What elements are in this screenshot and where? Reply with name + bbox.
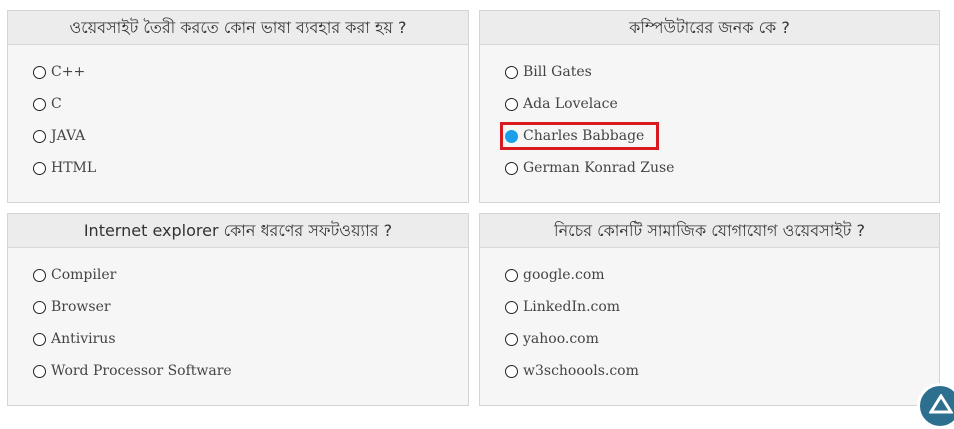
options-list: google.com LinkedIn.com yahoo.com w3scho…: [505, 264, 639, 392]
option-label: LinkedIn.com: [523, 299, 621, 315]
question-card-1: ওয়েবসাইট তৈরী করতে কোন ভাষা ব্যবহার করা…: [7, 10, 469, 203]
radio-button[interactable]: [505, 97, 518, 111]
question-title: নিচের কোনটি সামাজিক যোগাযোগ ওয়েবসাইট ?: [480, 214, 939, 248]
option-label: Word Processor Software: [51, 363, 232, 379]
option-label: Charles Babbage: [523, 128, 645, 144]
option-html[interactable]: HTML: [33, 157, 96, 179]
option-label: Bill Gates: [523, 64, 592, 80]
radio-button[interactable]: [505, 161, 518, 175]
option-google[interactable]: google.com: [505, 264, 639, 286]
radio-button[interactable]: [33, 364, 46, 378]
options-list: Compiler Browser Antivirus Word Processo…: [33, 264, 232, 392]
option-c[interactable]: C: [33, 93, 96, 115]
options-list: C++ C JAVA HTML: [33, 61, 96, 189]
radio-button[interactable]: [33, 129, 46, 143]
question-card-3: Internet explorer কোন ধরণের সফটওয়্যার ?…: [7, 213, 469, 406]
question-title: কম্পিউটারের জনক কে ?: [480, 11, 939, 45]
radio-button[interactable]: [33, 300, 46, 314]
question-card-4: নিচের কোনটি সামাজিক যোগাযোগ ওয়েবসাইট ? …: [479, 213, 940, 406]
question-card-2: কম্পিউটারের জনক কে ? Bill Gates Ada Love…: [479, 10, 940, 203]
radio-button-selected[interactable]: [505, 129, 518, 143]
radio-button[interactable]: [505, 268, 518, 282]
option-linkedin[interactable]: LinkedIn.com: [505, 296, 639, 318]
question-title: ওয়েবসাইট তৈরী করতে কোন ভাষা ব্যবহার করা…: [8, 11, 468, 45]
option-label: w3schoools.com: [523, 363, 639, 379]
option-label: HTML: [51, 160, 97, 176]
option-label: JAVA: [51, 128, 86, 144]
option-label: google.com: [523, 267, 605, 283]
options-list: Bill Gates Ada Lovelace Charles Babbage …: [500, 61, 674, 189]
option-charles-babbage[interactable]: Charles Babbage: [500, 122, 674, 150]
option-label: C++: [51, 64, 86, 80]
option-label: Compiler: [51, 267, 117, 283]
radio-button[interactable]: [33, 332, 46, 346]
arrow-up-icon: [929, 394, 953, 414]
scroll-to-top-button[interactable]: [917, 383, 954, 429]
option-label: Antivirus: [51, 331, 116, 347]
option-label: yahoo.com: [523, 331, 599, 347]
option-ada-lovelace[interactable]: Ada Lovelace: [505, 93, 674, 115]
radio-button[interactable]: [33, 161, 46, 175]
option-cpp[interactable]: C++: [33, 61, 96, 83]
option-java[interactable]: JAVA: [33, 125, 96, 147]
radio-button[interactable]: [505, 332, 518, 346]
option-word-processor[interactable]: Word Processor Software: [33, 360, 232, 382]
radio-button[interactable]: [505, 300, 518, 314]
radio-button[interactable]: [505, 364, 518, 378]
option-yahoo[interactable]: yahoo.com: [505, 328, 639, 350]
option-compiler[interactable]: Compiler: [33, 264, 232, 286]
radio-button[interactable]: [33, 65, 46, 79]
option-bill-gates[interactable]: Bill Gates: [505, 61, 674, 83]
option-label: German Konrad Zuse: [523, 160, 675, 176]
option-label: Ada Lovelace: [523, 96, 618, 112]
radio-button[interactable]: [33, 97, 46, 111]
option-browser[interactable]: Browser: [33, 296, 232, 318]
question-title: Internet explorer কোন ধরণের সফটওয়্যার ?: [8, 214, 468, 248]
option-german-konrad-zuse[interactable]: German Konrad Zuse: [505, 157, 674, 179]
radio-button[interactable]: [505, 65, 518, 79]
option-label: C: [51, 96, 62, 112]
radio-button[interactable]: [33, 268, 46, 282]
option-label: Browser: [51, 299, 111, 315]
option-w3schoools[interactable]: w3schoools.com: [505, 360, 639, 382]
option-antivirus[interactable]: Antivirus: [33, 328, 232, 350]
